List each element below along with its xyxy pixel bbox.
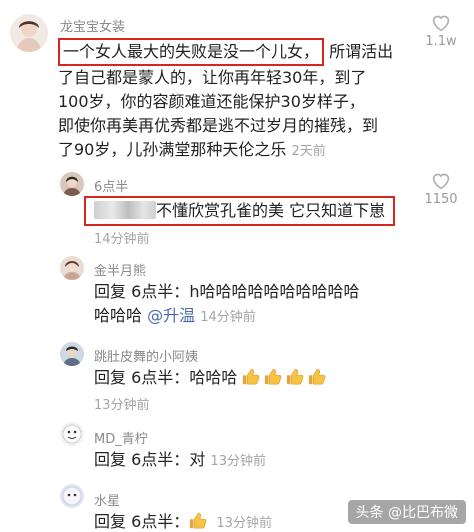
comment-time: 14分钟前 [200,310,256,325]
like-button[interactable]: 1.1w [418,14,464,49]
heart-icon [432,173,450,190]
comment-item: 龙宝宝女装 一个女人最大的失败是没一个儿女， 所谓活出 了自己都是蒙人的，让你再… [0,0,474,160]
comment-text: 不懂欣赏孔雀的美 它只知道下崽 [84,196,396,226]
reply-text-line: 哈哈哈 [94,306,143,325]
like-button[interactable]: 1150 [418,172,464,207]
reply-prefix: 回复 [94,450,127,469]
comment-item: 金半月熊 回复 6点半：h哈哈哈哈哈哈哈哈哈哈 哈哈哈 @升温 14分钟前 [0,252,474,336]
comment-time: 14分钟前 [94,232,150,247]
like-count: 1150 [424,192,458,207]
like-count: 1.1w [425,34,457,49]
comment-text-line: 100岁，你的容颜难道还能保护30岁样子， [58,92,365,111]
comment-text: 一个女人最大的失败是没一个儿女， 所谓活出 了自己都是蒙人的，让你再年轻30年，… [58,38,418,164]
avatar[interactable] [60,342,84,366]
reply-text: 哈哈哈 [189,368,238,387]
thumbs-up-icon [286,368,304,386]
blurred-text [94,201,156,219]
mention-link[interactable]: @升温 [147,306,195,325]
comment-username[interactable]: 水星 [94,490,120,509]
comment-text: 回复 6点半：哈哈哈 [94,366,330,390]
avatar[interactable] [60,422,84,446]
reply-to-user[interactable]: 6点半 [131,282,173,301]
avatar[interactable] [60,484,84,508]
comment-time: 13分钟前 [210,454,266,469]
watermark: 头条 @比巴布微 [347,500,466,524]
comment-text-rest: 所谓活出 [329,42,394,61]
highlighted-text: 不懂欣赏孔雀的美 它只知道下崽 [156,201,386,220]
comment-text-line: 即使你再美再优秀都是逃不过岁月的摧残，到 [58,116,379,135]
heart-icon [432,15,450,32]
comment-item: MD_青柠 回复 6点半：对 13分钟前 [0,418,474,474]
comment-time: 13分钟前 [216,516,272,531]
avatar[interactable] [10,14,48,52]
comment-username[interactable]: 金半月熊 [94,260,146,279]
reply-text: 对 [189,450,206,469]
reply-to-user[interactable]: 6点半 [131,450,173,469]
comment-time: 2天前 [291,144,326,159]
comment-item: 6点半 不懂欣赏孔雀的美 它只知道下崽 14分钟前 1150 [0,166,474,247]
reply-to-user[interactable]: 6点半 [131,512,173,531]
avatar[interactable] [60,172,84,196]
comment-text-line: 了自己都是蒙人的，让你再年轻30年，到了 [58,68,367,87]
highlighted-text: 一个女人最大的失败是没一个儿女， [63,42,320,61]
comment-text: 回复 6点半：h哈哈哈哈哈哈哈哈哈哈 哈哈哈 @升温 14分钟前 [94,282,360,325]
comment-item: 跳肚皮舞的小阿姨 回复 6点半：哈哈哈 13分钟前 [0,338,474,416]
comment-text: 回复 6点半：对 13分钟前 [94,450,266,469]
comment-username[interactable]: 跳肚皮舞的小阿姨 [94,346,198,365]
reply-to-user[interactable]: 6点半 [131,368,173,387]
thumbs-up-icon [308,368,326,386]
comment-text-line: 了90岁，儿孙满堂那种天伦之乐 [58,140,287,159]
thumbs-up-icon [189,512,207,530]
avatar[interactable] [60,256,84,280]
reply-text: h哈哈哈哈哈哈哈哈哈哈 [189,282,360,301]
reply-prefix: 回复 [94,512,127,531]
comment-username[interactable]: 6点半 [94,176,128,195]
comment-username[interactable]: MD_青柠 [94,428,148,447]
comment-time: 13分钟前 [94,398,150,413]
comment-text: 回复 6点半： 13分钟前 [94,512,272,531]
thumbs-up-icon [242,368,260,386]
reply-prefix: 回复 [94,368,127,387]
reply-prefix: 回复 [94,282,127,301]
highlight-box: 不懂欣赏孔雀的美 它只知道下崽 [84,196,396,226]
highlight-box: 一个女人最大的失败是没一个儿女， [58,38,325,66]
thumbs-up-icon [264,368,282,386]
comment-username[interactable]: 龙宝宝女装 [60,16,125,35]
